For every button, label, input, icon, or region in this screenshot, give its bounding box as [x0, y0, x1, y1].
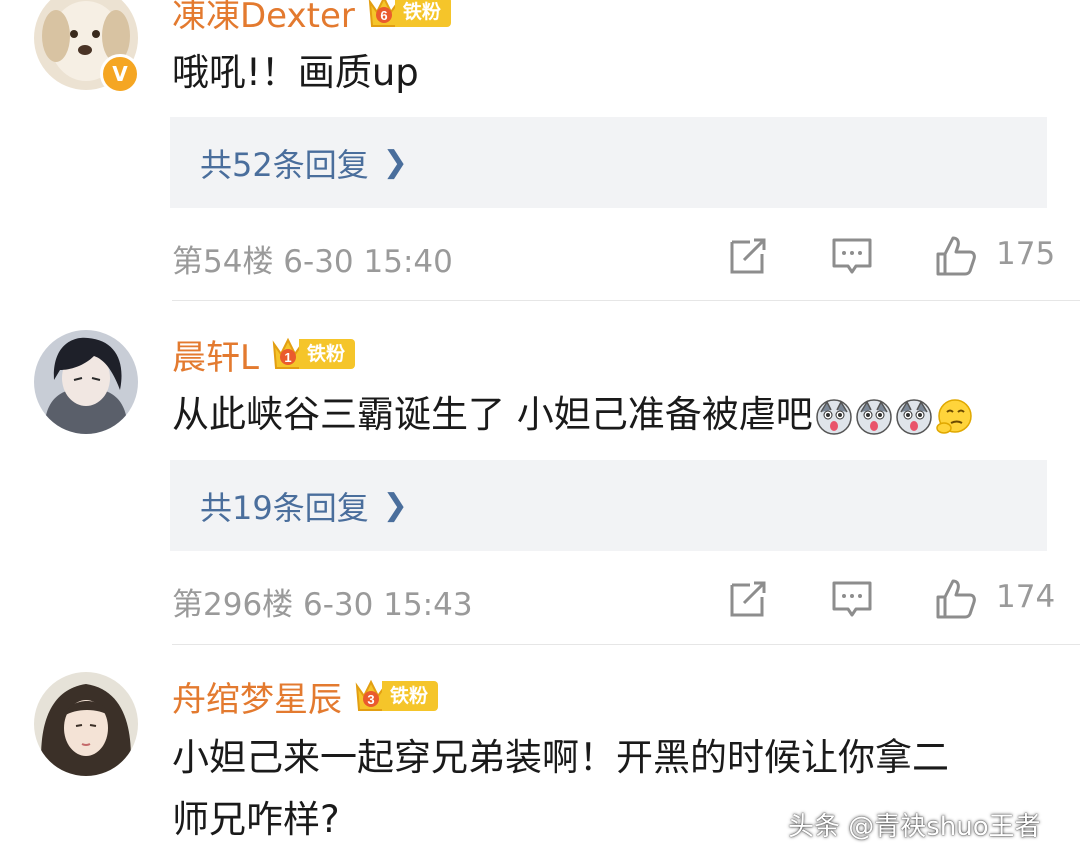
comment-icon[interactable] — [830, 234, 874, 278]
comment-text: 从此峡谷三霸诞生了 小妲己准备被虐吧 — [172, 393, 813, 436]
comment-footer: 第54楼 6-30 15:40 175 — [172, 232, 1055, 280]
comment-text: 小妲己来一起穿兄弟装啊！开黑的时候让你拿二 — [172, 736, 949, 779]
username-line: 凍凍Dexter 6 铁粉 — [172, 0, 451, 37]
comment-text-line: 从此峡谷三霸诞生了 小妲己准备被虐吧 — [172, 384, 973, 446]
fan-badge: 3 铁粉 — [354, 676, 439, 716]
reply-count-button[interactable]: 共19条回复 ❯ — [170, 460, 1047, 551]
husky-emoji — [896, 398, 932, 435]
username[interactable]: 凍凍Dexter — [172, 0, 355, 37]
comment-text: 师兄咋样? — [172, 798, 340, 841]
watermark: 头条 @青袂shuo王者 — [788, 812, 1041, 842]
fan-level: 6 — [380, 8, 387, 23]
fan-level: 1 — [284, 350, 291, 365]
username-line: 晨轩L 1 铁粉 — [172, 330, 355, 379]
repost-icon[interactable] — [726, 234, 770, 278]
fan-label: 铁粉 — [382, 681, 439, 711]
floor-time: 第54楼 6-30 15:40 — [172, 244, 453, 280]
repost-icon[interactable] — [726, 577, 770, 621]
comment-icon[interactable] — [830, 577, 874, 621]
like-count: 174 — [996, 579, 1056, 615]
username[interactable]: 晨轩L — [172, 330, 259, 379]
fan-badge: 1 铁粉 — [271, 334, 355, 374]
like-count: 175 — [996, 236, 1056, 272]
husky-emoji — [816, 398, 852, 435]
fan-badge: 6 铁粉 — [367, 0, 451, 32]
reply-count-label: 共19条回复 — [200, 488, 369, 527]
thumbs-up-icon[interactable] — [934, 234, 978, 278]
fan-level: 3 — [367, 692, 374, 707]
chevron-right-icon: ❯ — [382, 488, 408, 523]
reply-count-button[interactable]: 共52条回复 ❯ — [170, 117, 1047, 208]
avatar[interactable] — [34, 330, 138, 434]
username-line: 舟绾梦星辰 3 铁粉 — [172, 672, 439, 721]
comment-footer: 第296楼 6-30 15:43 174 — [172, 575, 1055, 623]
username[interactable]: 舟绾梦星辰 — [172, 672, 342, 721]
emoji-group — [815, 398, 973, 436]
husky-emoji — [856, 398, 892, 435]
chevron-right-icon: ❯ — [382, 145, 408, 180]
floor-time: 第296楼 6-30 15:43 — [172, 587, 473, 623]
thumbs-up-icon[interactable] — [934, 577, 978, 621]
fan-label: 铁粉 — [394, 0, 451, 27]
comment-text: 哦吼!！画质up — [172, 51, 419, 94]
thinking-emoji — [936, 398, 972, 434]
comment-item: V 凍凍Dexter 6 铁粉 哦吼!！画质up 共52条回复 ❯ 第54楼 6… — [0, 0, 1080, 300]
comment-item: 晨轩L 1 铁粉 从此峡谷三霸诞生了 小妲己准备被虐吧 共19条回复 ❯ 第29… — [0, 301, 1080, 644]
verified-badge: V — [100, 54, 140, 94]
avatar[interactable] — [34, 672, 138, 776]
reply-count-label: 共52条回复 — [200, 145, 369, 184]
fan-label: 铁粉 — [298, 339, 355, 369]
